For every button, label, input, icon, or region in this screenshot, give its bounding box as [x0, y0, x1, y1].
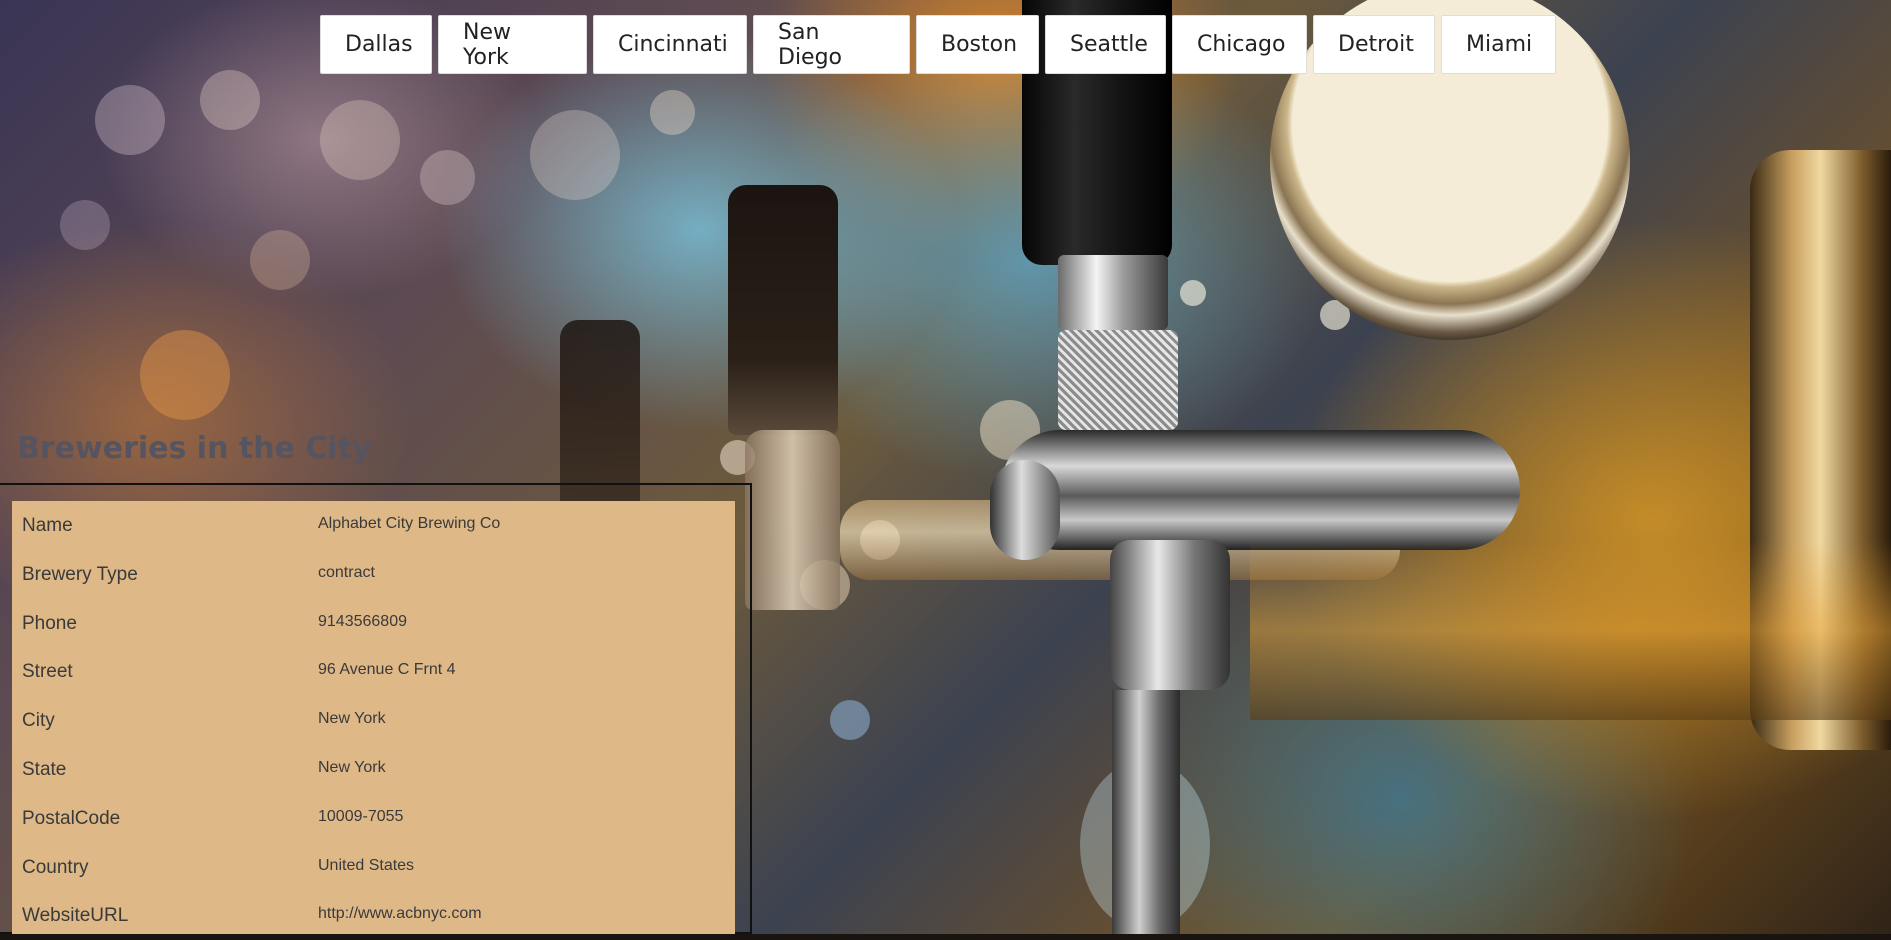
- info-row-street: Street 96 Avenue C Frnt 4: [12, 647, 735, 696]
- info-row-country: Country United States: [12, 843, 735, 892]
- field-value: contract: [318, 564, 375, 581]
- city-button-new-york[interactable]: New York: [438, 15, 587, 74]
- city-button-cincinnati[interactable]: Cincinnati: [593, 15, 747, 74]
- city-button-seattle[interactable]: Seattle: [1045, 15, 1166, 74]
- city-nav: Dallas New York Cincinnati San Diego Bos…: [320, 15, 1556, 74]
- field-value: Alphabet City Brewing Co: [318, 515, 501, 532]
- city-button-miami[interactable]: Miami: [1441, 15, 1556, 74]
- info-row-phone: Phone 9143566809: [12, 599, 735, 648]
- info-row-name: Name Alphabet City Brewing Co: [12, 501, 735, 550]
- field-label: PostalCode: [22, 808, 121, 829]
- info-row-brewery-type: Brewery Type contract: [12, 550, 735, 599]
- city-button-boston[interactable]: Boston: [916, 15, 1039, 74]
- field-label: Phone: [22, 613, 77, 634]
- info-row-website-url: WebsiteURL http://www.acbnyc.com: [12, 891, 735, 940]
- field-label: WebsiteURL: [22, 905, 129, 926]
- field-value: 96 Avenue C Frnt 4: [318, 661, 456, 678]
- city-button-san-diego[interactable]: San Diego: [753, 15, 910, 74]
- field-label: State: [22, 759, 67, 780]
- city-button-chicago[interactable]: Chicago: [1172, 15, 1307, 74]
- field-value: 10009-7055: [318, 808, 404, 825]
- info-row-state: State New York: [12, 745, 735, 794]
- field-value: New York: [318, 759, 386, 776]
- field-value: 9143566809: [318, 613, 407, 630]
- field-label: Country: [22, 857, 89, 878]
- field-label: Brewery Type: [22, 564, 138, 585]
- section-title: Breweries in the City: [17, 431, 372, 466]
- field-value: United States: [318, 857, 415, 874]
- field-value: New York: [318, 710, 386, 727]
- field-label: Street: [22, 661, 73, 682]
- field-label: City: [22, 710, 55, 731]
- brewery-info-card: Name Alphabet City Brewing Co Brewery Ty…: [12, 501, 735, 934]
- field-label: Name: [22, 515, 73, 536]
- city-button-dallas[interactable]: Dallas: [320, 15, 432, 74]
- info-row-postal-code: PostalCode 10009-7055: [12, 794, 735, 843]
- info-row-city: City New York: [12, 696, 735, 745]
- website-link[interactable]: http://www.acbnyc.com: [318, 905, 482, 923]
- city-button-detroit[interactable]: Detroit: [1313, 15, 1435, 74]
